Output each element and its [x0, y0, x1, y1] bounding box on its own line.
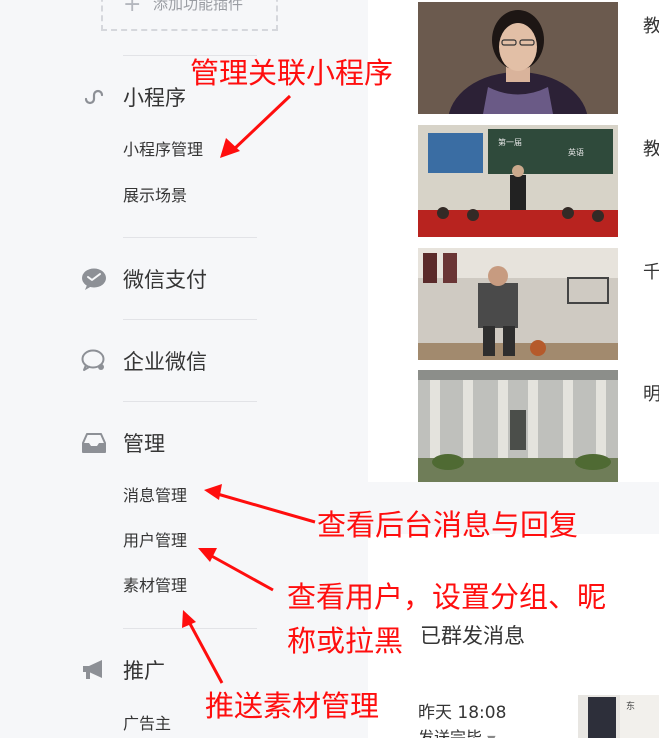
article-thumbnail[interactable] — [418, 248, 618, 360]
svg-text:英语: 英语 — [568, 147, 584, 157]
svg-text:东: 东 — [626, 700, 635, 712]
annotation-user-line1: 查看用户，设置分组、昵 — [287, 580, 607, 614]
article-thumbnail[interactable]: 第一届 英语 — [418, 125, 618, 237]
article-thumbnail[interactable] — [418, 2, 618, 114]
nav-section-title: 企业微信 — [123, 350, 207, 374]
megaphone-icon — [80, 656, 108, 684]
nav-item-message-manage[interactable]: 消息管理 — [123, 486, 187, 506]
annotation-message: 查看后台消息与回复 — [317, 508, 579, 542]
add-plugin-button[interactable]: + 添加功能插件 — [101, 0, 278, 31]
nav-item-miniprogram-manage[interactable]: 小程序管理 — [123, 140, 203, 160]
article-title[interactable]: 千 — [643, 258, 659, 284]
divider — [123, 628, 257, 629]
wechat-pay-icon — [80, 265, 108, 293]
main-content: 教 第一届 英语 教 千 明 已群发消息 昨天 18:08 发送完毕 东 — [368, 0, 659, 738]
nav-section-promotion[interactable]: 推广 — [80, 655, 165, 685]
nav-section-title: 推广 — [123, 659, 165, 683]
annotation-user-line2: 称或拉黑 — [287, 624, 404, 658]
miniprogram-icon — [80, 83, 108, 111]
nav-section-miniprogram[interactable]: 小程序 — [80, 82, 186, 112]
article-thumbnail[interactable] — [418, 370, 618, 482]
message-status-label: 发送完毕 — [418, 728, 483, 738]
nav-item-material-manage[interactable]: 素材管理 — [123, 576, 187, 596]
article-title[interactable]: 明 — [643, 380, 659, 406]
add-plugin-label: 添加功能插件 — [153, 0, 244, 13]
nav-section-wechat-pay[interactable]: 微信支付 — [80, 264, 207, 294]
divider — [123, 319, 257, 320]
mass-messages-title: 已群发消息 — [420, 624, 525, 648]
nav-item-advertiser[interactable]: 广告主 — [123, 714, 171, 734]
divider — [123, 401, 257, 402]
message-thumbnail[interactable]: 东 — [578, 695, 659, 738]
plus-icon: + — [123, 0, 142, 17]
article-title[interactable]: 教 — [643, 12, 659, 38]
chevron-down-icon[interactable]: ▼ — [487, 733, 495, 738]
article-title[interactable]: 教 — [643, 135, 659, 161]
nav-item-user-manage[interactable]: 用户管理 — [123, 531, 187, 551]
annotation-miniprogram: 管理关联小程序 — [190, 56, 394, 90]
nav-section-title: 微信支付 — [123, 268, 207, 292]
nav-section-manage[interactable]: 管理 — [80, 428, 165, 458]
message-time: 昨天 18:08 — [418, 703, 507, 723]
divider — [123, 237, 257, 238]
inbox-icon — [80, 429, 108, 457]
nav-section-title: 管理 — [123, 432, 165, 456]
svg-text:第一届: 第一届 — [498, 137, 522, 147]
message-status: 发送完毕 ▼ — [418, 724, 496, 738]
work-wechat-icon — [80, 347, 108, 375]
annotation-material: 推送素材管理 — [205, 689, 380, 723]
nav-section-title: 小程序 — [123, 86, 186, 110]
nav-item-display-scene[interactable]: 展示场景 — [123, 186, 187, 206]
nav-section-work-wechat[interactable]: 企业微信 — [80, 346, 207, 376]
